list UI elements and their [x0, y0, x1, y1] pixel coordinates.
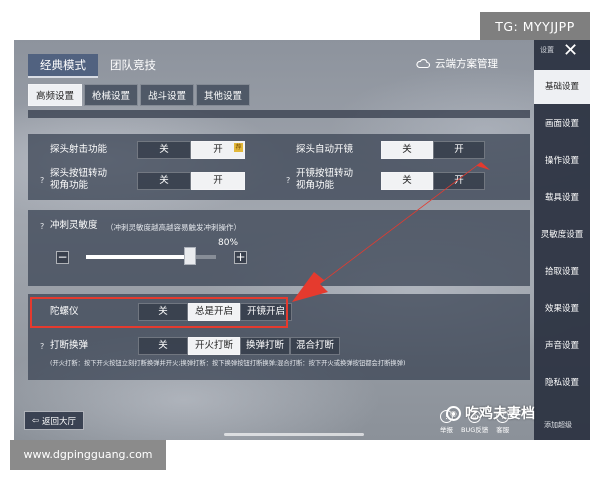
peek-btn-turn-label: 探头按钮转动 视角功能 — [50, 168, 108, 191]
sidebar-item-vehicle[interactable]: 载具设置 — [534, 181, 590, 215]
sprint-decrease-button[interactable]: − — [56, 251, 69, 264]
peek-auto-scope-on[interactable]: 开 — [433, 141, 485, 159]
peek-btn-turn-on[interactable]: 开 — [191, 172, 245, 190]
sidebar-item-graphics[interactable]: 画面设置 — [534, 107, 590, 141]
sub-tabs: 高频设置 枪械设置 战斗设置 其他设置 — [28, 84, 251, 106]
cloud-scheme-label: 云端方案管理 — [435, 58, 498, 70]
peek-fire-label: 探头射击功能 — [50, 144, 108, 155]
sprint-label: 冲刺灵敏度 — [50, 220, 98, 231]
settings-sidebar: 基础设置 画面设置 操作设置 载具设置 灵敏度设置 拾取设置 效果设置 声音设置… — [534, 40, 590, 440]
corner-tag: TG: MYYJJPP — [480, 12, 590, 42]
scope-btn-turn-label: 开镜按钮转动 视角功能 — [296, 168, 354, 191]
reload-interrupt-fire[interactable]: 开火打断 — [188, 337, 240, 355]
sidebar-top-label: 设置 — [540, 46, 554, 54]
reload-interrupt-mixed[interactable]: 混合打断 — [290, 337, 340, 355]
help-icon[interactable]: ? — [286, 176, 290, 185]
sidebar-item-pickup[interactable]: 拾取设置 — [534, 255, 590, 289]
peek-btn-turn-toggle: 关 开 — [137, 172, 245, 190]
scope-btn-turn-toggle: 关 开 — [381, 172, 485, 190]
sidebar-bottom-label: 添加超级 — [544, 421, 572, 429]
tab-team-deathmatch[interactable]: 团队竞技 — [98, 54, 168, 78]
back-label: 返回大厅 — [42, 416, 77, 427]
sidebar-item-sensitivity[interactable]: 灵敏度设置 — [534, 218, 590, 252]
weibo-logo-icon: ◉ — [446, 405, 461, 421]
sprint-increase-button[interactable]: + — [234, 251, 247, 264]
sprint-slider[interactable] — [86, 255, 216, 259]
reload-interrupt-reload[interactable]: 换弹打断 — [240, 337, 290, 355]
scope-btn-turn-off[interactable]: 关 — [381, 172, 433, 190]
sprint-slider-fill — [86, 255, 190, 259]
sidebar-item-effects[interactable]: 效果设置 — [534, 292, 590, 326]
help-icon[interactable]: ? — [40, 342, 44, 351]
exit-icon: ⇦ — [31, 415, 40, 426]
reload-interrupt-hint: (开火打断：按下开火按钮立刻打断换弹并开火;换弹打断：按下换弹按钮打断换弹;混合… — [50, 360, 406, 367]
mode-tabs: 经典模式 团队竞技 — [28, 54, 168, 78]
sprint-sensitivity-panel: ? 冲刺灵敏度 （冲刺灵敏度越高越容易触发冲刺操作） 80% − + — [28, 210, 530, 286]
subtab-combat[interactable]: 战斗设置 — [140, 84, 195, 106]
peek-fire-off[interactable]: 关 — [137, 141, 191, 159]
home-indicator — [224, 433, 364, 436]
game-settings-screen: 经典模式 团队竞技 云端方案管理 高频设置 枪械设置 战斗设置 其他设置 探头射… — [14, 40, 590, 440]
reload-interrupt-selector: 关 开火打断 换弹打断 混合打断 — [138, 337, 340, 355]
reload-interrupt-off[interactable]: 关 — [138, 337, 188, 355]
peek-settings-panel: 探头射击功能 关 开荐 探头自动开镜 关 开 ? 探头按钮转动 视角功能 关 开… — [28, 134, 530, 200]
sprint-value: 80% — [218, 238, 239, 248]
reload-interrupt-label: 打断换弹 — [50, 340, 89, 351]
sidebar-item-privacy[interactable]: 隐私设置 — [534, 366, 590, 400]
peek-auto-scope-label: 探头自动开镜 — [296, 144, 354, 155]
content-top-bar — [28, 110, 530, 118]
watermark: ◉ 吃鸡夫妻档 — [446, 403, 535, 423]
tab-classic-mode[interactable]: 经典模式 — [28, 54, 98, 78]
peek-btn-turn-off[interactable]: 关 — [137, 172, 191, 190]
site-url: www.dgpingguang.com — [10, 440, 166, 470]
close-icon[interactable]: ✕ — [563, 42, 578, 60]
subtab-weapon[interactable]: 枪械设置 — [84, 84, 139, 106]
sprint-slider-handle[interactable] — [184, 247, 196, 265]
help-icon[interactable]: ? — [40, 176, 44, 185]
gyro-highlight-box — [30, 297, 288, 328]
peek-fire-toggle: 关 开荐 — [137, 141, 245, 159]
subtab-high-frequency[interactable]: 高频设置 — [28, 84, 83, 106]
sprint-hint: （冲刺灵敏度越高越容易触发冲刺操作） — [106, 223, 241, 232]
scope-btn-turn-on[interactable]: 开 — [433, 172, 485, 190]
recommended-badge: 荐 — [234, 143, 243, 152]
sidebar-item-basic[interactable]: 基础设置 — [534, 70, 590, 104]
subtab-other[interactable]: 其他设置 — [196, 84, 251, 106]
sidebar-item-controls[interactable]: 操作设置 — [534, 144, 590, 178]
help-icon[interactable]: ? — [40, 222, 44, 231]
cloud-scheme-button[interactable]: 云端方案管理 — [416, 56, 498, 71]
peek-fire-on[interactable]: 开荐 — [191, 141, 245, 159]
back-to-lobby-button[interactable]: ⇦ 返回大厅 — [24, 411, 84, 430]
peek-auto-scope-toggle: 关 开 — [381, 141, 485, 159]
sidebar-item-sound[interactable]: 声音设置 — [534, 329, 590, 363]
cloud-icon — [416, 59, 430, 68]
peek-auto-scope-off[interactable]: 关 — [381, 141, 433, 159]
